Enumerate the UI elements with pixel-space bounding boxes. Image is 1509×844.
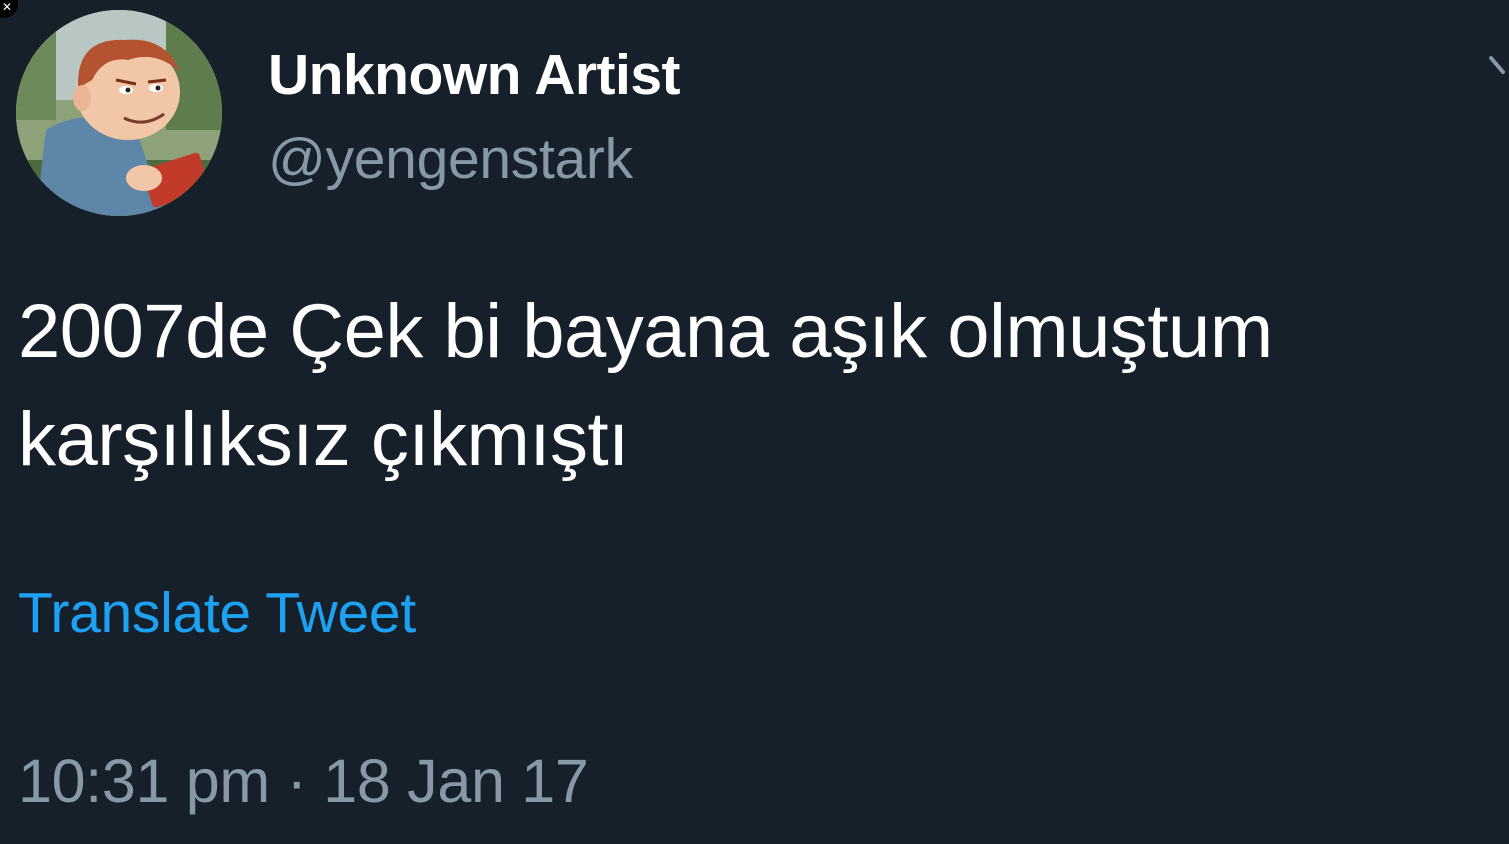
avatar-illustration: [16, 10, 222, 216]
tweet-text-line-2: karşılıksız çıkmıştı: [18, 397, 629, 482]
user-handle[interactable]: @yengenstark: [268, 126, 633, 192]
translate-tweet-link[interactable]: Translate Tweet: [18, 580, 416, 646]
display-name[interactable]: Unknown Artist: [268, 42, 681, 108]
tweet-timestamp[interactable]: 10:31 pm · 18 Jan 17: [18, 746, 589, 816]
chevron-down-icon[interactable]: [1489, 54, 1509, 84]
avatar[interactable]: [16, 10, 222, 216]
close-icon[interactable]: ✕: [0, 0, 18, 18]
tweet-text: 2007de Çek bi bayana aşık olmuştum karşı…: [18, 278, 1498, 494]
tweet-card: ✕ Unknown Artist @yengenstark 2007de Çek…: [0, 0, 1509, 844]
tweet-text-line-1: 2007de Çek bi bayana aşık olmuştum: [18, 289, 1273, 374]
